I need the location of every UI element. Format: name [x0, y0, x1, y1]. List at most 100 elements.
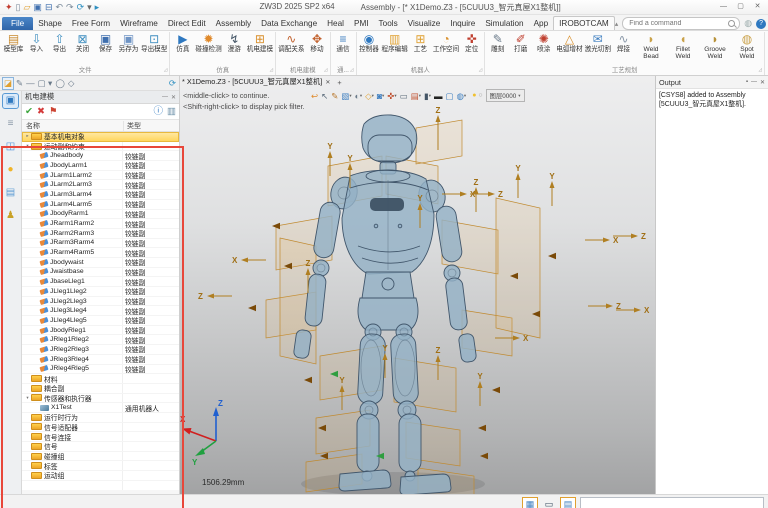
ribbon-tab-irobotcam[interactable]: IROBOTCAM — [553, 16, 615, 30]
communication-button[interactable]: ≡通信 — [332, 32, 355, 53]
search-input[interactable] — [627, 19, 725, 28]
tree-row[interactable]: JLleg4Lleg5铰链副 — [22, 316, 179, 326]
dialog-launcher-icon[interactable]: ◿ — [759, 65, 762, 74]
import-button[interactable]: ⇩导入 — [25, 32, 48, 53]
tree-row[interactable]: JLleg3Lleg4铰链副 — [22, 306, 179, 316]
redo-icon[interactable]: ↷ — [66, 1, 74, 13]
column-name[interactable]: 名称 — [22, 121, 124, 131]
new-file-icon[interactable]: ▯ — [16, 1, 21, 13]
process-button[interactable]: ⊞工艺 — [409, 32, 432, 53]
dialog-launcher-icon[interactable]: ◿ — [479, 65, 482, 74]
3d-scene[interactable]: YYZZYYZYYYYZXZXZZXXXZ Z X Y — [180, 88, 655, 494]
tree-row[interactable]: JRleg1Rleg2铰链副 — [22, 335, 179, 345]
engrave-button[interactable]: ✎雕刻 — [486, 32, 509, 53]
arc-additive-button[interactable]: △电弧增材 — [555, 32, 583, 53]
tree-row[interactable]: JRarm3Rarm4铰链副 — [22, 239, 179, 249]
tree-row[interactable]: JLarm2Larm3铰链副 — [22, 180, 179, 190]
tree-row[interactable]: JLarm3Larm4铰链副 — [22, 190, 179, 200]
new-tab-button[interactable]: + — [337, 78, 341, 87]
qa-dropdown-icon[interactable]: ▾ — [87, 1, 92, 13]
output-pin-icon[interactable]: ▪ — [746, 79, 748, 86]
tree-row[interactable]: ▾运动副和约束 — [22, 142, 179, 152]
tree-row[interactable]: Jheadbody铰链副 — [22, 151, 179, 161]
ribbon-tab-pmi[interactable]: PMI — [349, 17, 374, 30]
tree-row[interactable]: JbodyRarm1铰链副 — [22, 210, 179, 220]
tree-row[interactable]: JRarm1Rarm2铰链副 — [22, 219, 179, 229]
pickbox-status-icon[interactable]: ▦ — [523, 498, 537, 508]
help-avatar-icon[interactable]: ? — [756, 19, 766, 29]
output-minimize-icon[interactable]: — — [751, 79, 757, 86]
minimize-button[interactable]: — — [716, 1, 731, 13]
command-search[interactable] — [622, 17, 740, 30]
3d-viewport[interactable]: * X1Demo.Z3 - [5CUUU3_智元真屋X1整机] ✕ + <mid… — [180, 76, 655, 494]
view-manager-icon[interactable]: ▤ — [3, 186, 18, 200]
tree-row[interactable]: JLarm4Larm5铰链副 — [22, 200, 179, 210]
save-button[interactable]: ▣保存 — [94, 32, 117, 53]
spray-button[interactable]: ✺喷涂 — [532, 32, 555, 53]
ribbon-tab-tools[interactable]: Tools — [374, 17, 403, 30]
maximize-button[interactable]: ▢ — [733, 1, 748, 13]
ribbon-tab-visualize[interactable]: Visualize — [403, 17, 446, 30]
confirm-icon[interactable]: ✔ — [25, 105, 33, 118]
ribbon-tab-simulation[interactable]: Simulation — [480, 17, 528, 30]
community-icon[interactable]: ◍ — [744, 18, 752, 29]
refresh-icon[interactable]: ⟳ — [169, 78, 176, 89]
cancel-icon[interactable]: ✖ — [37, 105, 45, 118]
constraint-manager-icon[interactable]: ≡ — [3, 117, 18, 131]
tree-row[interactable]: JLarm1Larm2铰链副 — [22, 171, 179, 181]
pick-style-icon[interactable]: ✎ — [16, 78, 23, 89]
export-button[interactable]: ⇧导出 — [48, 32, 71, 53]
collision-check-button[interactable]: ✹碰撞检测 — [194, 32, 222, 53]
polish-button[interactable]: ✐打磨 — [509, 32, 532, 53]
tree-row[interactable]: JRarm4Rarm5铰链副 — [22, 248, 179, 258]
display-status-icon[interactable]: ▭ — [542, 498, 556, 508]
open-file-icon[interactable]: ▱ — [24, 1, 31, 13]
fillet-weld-button[interactable]: ◖Fillet Weld — [667, 32, 699, 60]
tree-row[interactable]: JRarm2Rarm3铰链副 — [22, 229, 179, 239]
spot-weld-button[interactable]: ◍Spot Weld — [731, 32, 763, 60]
dialog-launcher-icon[interactable]: ◿ — [270, 65, 273, 74]
tree-row[interactable]: JbodyRleg1铰链副 — [22, 326, 179, 336]
tree-row[interactable]: Jbodywaist铰链副 — [22, 258, 179, 268]
program-editor-button[interactable]: ▥程序编辑 — [381, 32, 409, 53]
tree-row[interactable]: JRleg2Rleg3铰链副 — [22, 345, 179, 355]
tree-row[interactable]: JLleg1Lleg2铰链副 — [22, 287, 179, 297]
mate-relation-button[interactable]: ∿调配关系 — [277, 32, 305, 53]
ribbon-tab-heal[interactable]: Heal — [322, 17, 349, 30]
mechatronic-modeling-button[interactable]: ⊞机电建模 — [246, 32, 274, 53]
app-logo-icon[interactable]: ✦ — [5, 1, 13, 13]
close-doc-button[interactable]: ⊠关闭 — [71, 32, 94, 53]
groove-weld-button[interactable]: ◗Groove Weld — [699, 32, 731, 60]
tab-close-icon[interactable]: ✕ — [325, 79, 330, 86]
regen-icon[interactable]: ⟳ — [77, 1, 85, 13]
dialog-launcher-icon[interactable]: ◿ — [350, 65, 353, 74]
document-tab[interactable]: * X1Demo.Z3 - [5CUUU3_智元真屋X1整机] ✕ — [182, 77, 330, 87]
status-input[interactable] — [580, 497, 764, 508]
workspace-button[interactable]: ◔工作空间 — [432, 32, 460, 53]
welding-button[interactable]: ∿焊接 — [612, 32, 635, 53]
dialog-launcher-icon[interactable]: ◿ — [324, 65, 327, 74]
polygon-select-icon[interactable]: ◇ — [68, 78, 75, 89]
save-as-button[interactable]: ▣另存为 — [117, 32, 140, 53]
output-close-icon[interactable]: ✕ — [760, 79, 765, 86]
tree-row[interactable]: JbodyLarm1铰链副 — [22, 161, 179, 171]
user-manager-icon[interactable]: ♟ — [3, 209, 18, 223]
ribbon-tab-app[interactable]: App — [529, 17, 554, 30]
entity-filter-icon[interactable]: ◪ — [3, 78, 13, 89]
laser-cut-button[interactable]: ✉激光切割 — [584, 32, 612, 53]
move-button[interactable]: ✥移动 — [306, 32, 329, 53]
ribbon-tab-data-exchange[interactable]: Data Exchange — [256, 17, 322, 30]
expander-icon[interactable]: ▸ — [24, 133, 31, 139]
ribbon-tab-free-form[interactable]: Free Form — [67, 17, 115, 30]
locate-button[interactable]: ✜定位 — [460, 32, 483, 53]
ribbon-tab-wireframe[interactable]: Wireframe — [115, 17, 163, 30]
minimize-ribbon-icon[interactable]: ▴ — [615, 20, 619, 28]
circle-select-icon[interactable]: ◯ — [55, 78, 65, 89]
minus-icon[interactable]: — — [26, 78, 35, 89]
filter-list-icon[interactable]: ▥ — [167, 105, 176, 118]
apply-flag-icon[interactable]: ⚑ — [49, 105, 58, 118]
panel-minimize-icon[interactable]: — — [162, 94, 168, 101]
controller-button[interactable]: ◉控制器 — [358, 32, 381, 53]
ribbon-tab-file[interactable]: File — [2, 17, 33, 30]
tree-row[interactable]: Jwaistbase铰链副 — [22, 268, 179, 278]
